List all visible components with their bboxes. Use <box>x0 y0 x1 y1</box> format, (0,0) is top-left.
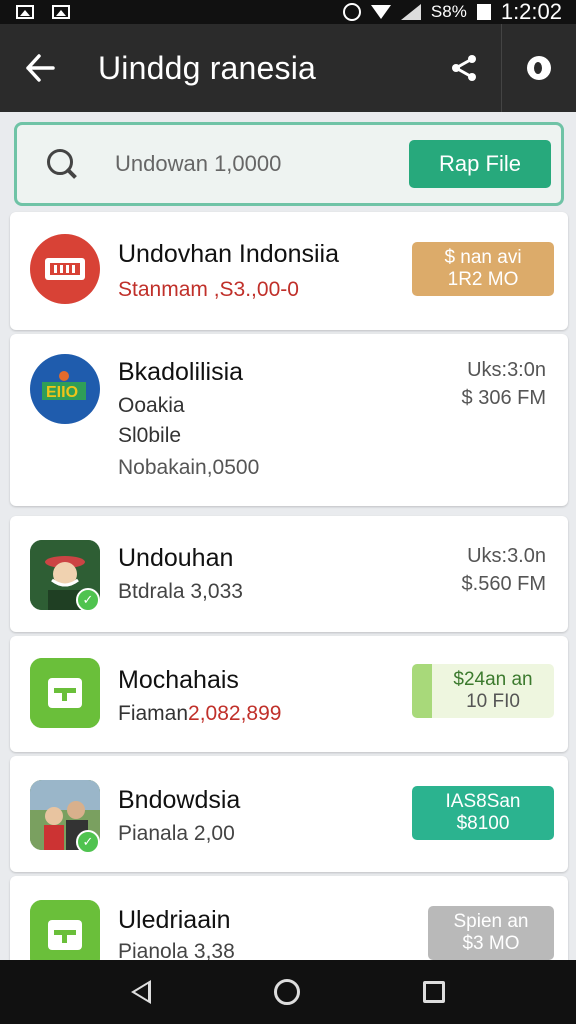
verified-check-icon: ✓ <box>76 830 100 854</box>
app-toolbar: Uinddg ranesia <box>0 24 576 112</box>
app-icon <box>30 658 100 728</box>
avatar <box>30 658 100 728</box>
subtitle-value: ,S3.,00-0 <box>213 278 299 301</box>
badge-line-2: 1R2 MO <box>447 269 519 290</box>
badge-line-1: Spien an <box>453 911 529 932</box>
search-input[interactable] <box>115 151 409 177</box>
item-subtitle: Pianala 2,00 <box>118 822 235 845</box>
nav-home-icon[interactable] <box>273 979 300 1005</box>
share-button[interactable] <box>426 24 502 112</box>
meta-line-1: Uks:3.0n <box>467 545 546 567</box>
item-title: Undovhan Indonsiia <box>118 240 339 268</box>
logo-icon: EIIO <box>42 371 86 401</box>
badge-line-2: $8100 <box>456 813 510 834</box>
badge-line-1: $ nan avi <box>444 247 522 268</box>
badge-line-2: 10 FI0 <box>466 691 520 712</box>
system-nav-bar <box>0 960 576 1024</box>
battery-icon <box>476 4 491 20</box>
battery-percent: S8% <box>430 2 467 21</box>
more-icon <box>527 56 551 80</box>
price-badge[interactable]: $ nan avi 1R2 MO <box>412 242 554 296</box>
badge-line-2: $3 MO <box>462 933 520 954</box>
item-line-3: Sl0bile <box>118 424 182 447</box>
item-subtitle: Btdrala 3,033 <box>118 580 243 603</box>
badge-line-1: $24an an <box>453 669 533 690</box>
back-button[interactable] <box>0 24 80 112</box>
status-bar: S8% 1:2:02 <box>0 0 576 24</box>
search-bar: Rap File <box>14 122 564 206</box>
list-item[interactable]: ✓ Undouhan Btdrala 3,033 Uks:3.0n $.560 … <box>10 516 568 632</box>
verified-check-icon: ✓ <box>76 588 100 612</box>
avatar <box>30 234 100 304</box>
item-meta: Uks:3.0n $.560 FM <box>462 542 546 598</box>
item-title: Bndowdsia <box>118 786 241 814</box>
overflow-button[interactable] <box>502 24 576 112</box>
list-item[interactable]: ✓ Bndowdsia Pianala 2,00 IAS8San $8100 <box>10 756 568 872</box>
price-badge[interactable]: Spien an $3 MO <box>428 906 554 960</box>
subtitle-label: Fiaman <box>118 702 189 725</box>
clock: 1:2:02 <box>500 0 562 24</box>
list-item[interactable]: Undovhan Indonsiia Stanmam ,S3.,00-0 $ n… <box>10 212 568 330</box>
signal-icon <box>400 4 421 20</box>
alarm-icon <box>342 3 361 21</box>
badge-line-1: IAS8San <box>445 791 521 812</box>
item-line-2: Ooakia <box>118 394 185 417</box>
item-title: Bkadolilisia <box>118 358 244 386</box>
image-notification-icon <box>16 5 34 19</box>
item-title: Mochahais <box>118 666 239 694</box>
avatar: EIIO <box>30 354 100 424</box>
subtitle-label: Stanmam <box>118 278 214 301</box>
share-icon <box>451 55 476 81</box>
item-meta: Uks:3:0n $ 306 FM <box>462 356 546 412</box>
price-badge[interactable]: IAS8San $8100 <box>412 786 554 840</box>
item-line-4: Nobakain,0500 <box>118 456 260 479</box>
list-item[interactable]: EIIO Bkadolilisia Ooakia Sl0bile Nobakai… <box>10 334 568 506</box>
nav-back-icon[interactable] <box>131 980 152 1004</box>
search-submit-button[interactable]: Rap File <box>409 140 551 188</box>
nav-recents-icon[interactable] <box>422 981 445 1003</box>
svg-text:EIIO: EIIO <box>46 384 78 401</box>
item-title: Uledriaain <box>118 906 231 934</box>
meta-line-2: $.560 FM <box>461 573 546 595</box>
meta-line-2: $ 306 FM <box>461 387 546 409</box>
back-arrow-icon <box>26 54 55 82</box>
meta-line-1: Uks:3:0n <box>467 359 546 381</box>
search-icon <box>45 147 79 181</box>
item-subtitle: Stanmam ,S3.,00-0 <box>118 278 299 302</box>
item-title: Undouhan <box>118 544 234 572</box>
list-item[interactable]: Mochahais Fiaman2,082,899 $24an an 10 FI… <box>10 636 568 752</box>
subtitle-value: 2,082,899 <box>188 702 282 725</box>
wifi-icon <box>370 5 391 19</box>
gallery-notification-icon <box>52 5 70 19</box>
price-badge[interactable]: $24an an 10 FI0 <box>412 664 554 718</box>
page-title: Uinddg ranesia <box>98 49 317 86</box>
ticket-icon <box>45 258 85 280</box>
item-subtitle: Fiaman2,082,899 <box>118 702 281 726</box>
